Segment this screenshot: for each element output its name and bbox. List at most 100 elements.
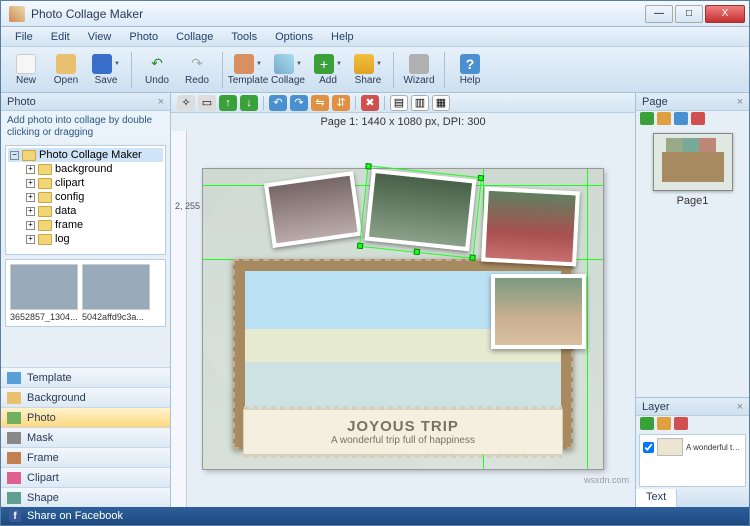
tree-root[interactable]: −Photo Collage Maker xyxy=(8,148,163,162)
collage-photo-2[interactable] xyxy=(365,169,477,252)
add-button[interactable]: +▼Add xyxy=(309,50,347,90)
layer-up-icon[interactable] xyxy=(640,417,654,430)
expand-icon[interactable]: + xyxy=(26,235,35,244)
collage-button[interactable]: ▼Collage xyxy=(269,50,307,90)
help-button[interactable]: ?Help xyxy=(451,50,489,90)
tool-select-icon[interactable]: ▭ xyxy=(198,95,216,111)
category-label: Background xyxy=(27,392,86,404)
tree-item-frame[interactable]: +frame xyxy=(8,218,163,232)
tool-up-icon[interactable]: ↑ xyxy=(219,95,237,111)
menu-options[interactable]: Options xyxy=(267,29,321,45)
menu-photo[interactable]: Photo xyxy=(121,29,166,45)
wizard-button[interactable]: Wizard xyxy=(400,50,438,90)
redo-button[interactable]: ↷Redo xyxy=(178,50,216,90)
layer-list[interactable]: A wonderful trip full of happiness xyxy=(639,434,746,487)
menu-view[interactable]: View xyxy=(80,29,120,45)
tool-rotate-left-icon[interactable]: ↶ xyxy=(269,95,287,111)
collage-photo-3[interactable] xyxy=(481,187,580,267)
category-photo[interactable]: Photo xyxy=(1,407,170,427)
save-button[interactable]: ▼Save xyxy=(87,50,125,90)
category-clipart[interactable]: Clipart xyxy=(1,467,170,487)
folder-icon xyxy=(38,220,52,231)
layer-thumbnail xyxy=(657,438,683,456)
tree-item-background[interactable]: +background xyxy=(8,162,163,176)
menu-collage[interactable]: Collage xyxy=(168,29,221,45)
page-thumbnail[interactable] xyxy=(653,133,733,191)
tree-item-clipart[interactable]: +clipart xyxy=(8,176,163,190)
maximize-button[interactable]: □ xyxy=(675,5,703,23)
menu-edit[interactable]: Edit xyxy=(43,29,78,45)
facebook-icon[interactable]: f xyxy=(9,510,21,522)
tool-zoom-icon[interactable]: ▥ xyxy=(411,95,429,111)
resize-handle[interactable] xyxy=(413,248,420,255)
tool-crop-icon[interactable]: ✧ xyxy=(177,95,195,111)
template-button[interactable]: ▼Template xyxy=(229,50,267,90)
layer-delete-icon[interactable] xyxy=(674,417,688,430)
category-mask[interactable]: Mask xyxy=(1,427,170,447)
open-button[interactable]: Open xyxy=(47,50,85,90)
resize-handle[interactable] xyxy=(357,243,364,250)
page-add-icon[interactable] xyxy=(640,112,654,125)
category-shape[interactable]: Shape xyxy=(1,487,170,507)
photo-thumbnail[interactable]: 3652857_1304... xyxy=(10,264,78,322)
resize-handle[interactable] xyxy=(365,163,372,170)
undo-button[interactable]: ↶Undo xyxy=(138,50,176,90)
photo-panel-close-icon[interactable]: × xyxy=(158,96,164,108)
collage-photo-4[interactable] xyxy=(491,274,586,349)
collage-photo-1[interactable] xyxy=(264,171,362,248)
layer-panel-close-icon[interactable]: × xyxy=(737,401,743,413)
add-icon: + xyxy=(314,54,334,74)
share-on-facebook-link[interactable]: Share on Facebook xyxy=(27,510,123,522)
page-panel-close-icon[interactable]: × xyxy=(737,96,743,108)
category-frame[interactable]: Frame xyxy=(1,447,170,467)
close-button[interactable]: X xyxy=(705,5,745,23)
tool-delete-icon[interactable]: ✖ xyxy=(361,95,379,111)
page-move-icon[interactable] xyxy=(674,112,688,125)
expand-icon[interactable]: + xyxy=(26,207,35,216)
caption-title: JOYOUS TRIP xyxy=(347,418,459,435)
expand-icon[interactable]: + xyxy=(26,165,35,174)
layer-visibility-checkbox[interactable] xyxy=(643,442,654,453)
menu-file[interactable]: File xyxy=(7,29,41,45)
tool-actual-icon[interactable]: ▦ xyxy=(432,95,450,111)
tree-item-data[interactable]: +data xyxy=(8,204,163,218)
category-template[interactable]: Template xyxy=(1,367,170,387)
expand-icon[interactable]: + xyxy=(26,193,35,202)
new-button[interactable]: New xyxy=(7,50,45,90)
folder-tree[interactable]: −Photo Collage Maker+background+clipart+… xyxy=(5,145,166,255)
share-label: Share xyxy=(355,75,382,86)
folder-icon xyxy=(38,192,52,203)
layer-row[interactable]: A wonderful trip full of happiness xyxy=(642,437,743,457)
tool-fit-icon[interactable]: ▤ xyxy=(390,95,408,111)
tree-item-log[interactable]: +log xyxy=(8,232,163,246)
tool-flip-v-icon[interactable]: ⇵ xyxy=(332,95,350,111)
open-icon xyxy=(56,54,76,74)
photo-panel-title: Photo xyxy=(7,96,36,108)
expand-icon[interactable]: + xyxy=(26,221,35,230)
expand-icon[interactable]: + xyxy=(26,179,35,188)
thumbnail-caption: 3652857_1304... xyxy=(10,312,78,322)
photo-panel-header: Photo × xyxy=(1,93,170,111)
menu-help[interactable]: Help xyxy=(323,29,362,45)
save-label: Save xyxy=(95,75,118,86)
photo-thumbnail[interactable]: 5042affd9c3a... xyxy=(82,264,150,322)
collage-label: Collage xyxy=(271,75,305,86)
canvas-viewport[interactable]: 2, 255 xyxy=(171,131,635,507)
layer-tab-text[interactable]: Text xyxy=(636,489,677,507)
folder-icon xyxy=(38,164,52,175)
category-background[interactable]: Background xyxy=(1,387,170,407)
page-delete-icon[interactable] xyxy=(691,112,705,125)
collage-canvas[interactable]: JOYOUS TRIP A wonderful trip full of hap… xyxy=(203,169,603,469)
tool-rotate-right-icon[interactable]: ↷ xyxy=(290,95,308,111)
share-button[interactable]: ▼Share xyxy=(349,50,387,90)
collapse-icon[interactable]: − xyxy=(10,151,19,160)
page-duplicate-icon[interactable] xyxy=(657,112,671,125)
tool-flip-h-icon[interactable]: ⇋ xyxy=(311,95,329,111)
menu-tools[interactable]: Tools xyxy=(223,29,265,45)
guide-vertical[interactable] xyxy=(587,169,588,469)
layer-down-icon[interactable] xyxy=(657,417,671,430)
tool-down-icon[interactable]: ↓ xyxy=(240,95,258,111)
caption-box[interactable]: JOYOUS TRIP A wonderful trip full of hap… xyxy=(243,409,563,455)
tree-item-config[interactable]: +config xyxy=(8,190,163,204)
minimize-button[interactable]: — xyxy=(645,5,673,23)
